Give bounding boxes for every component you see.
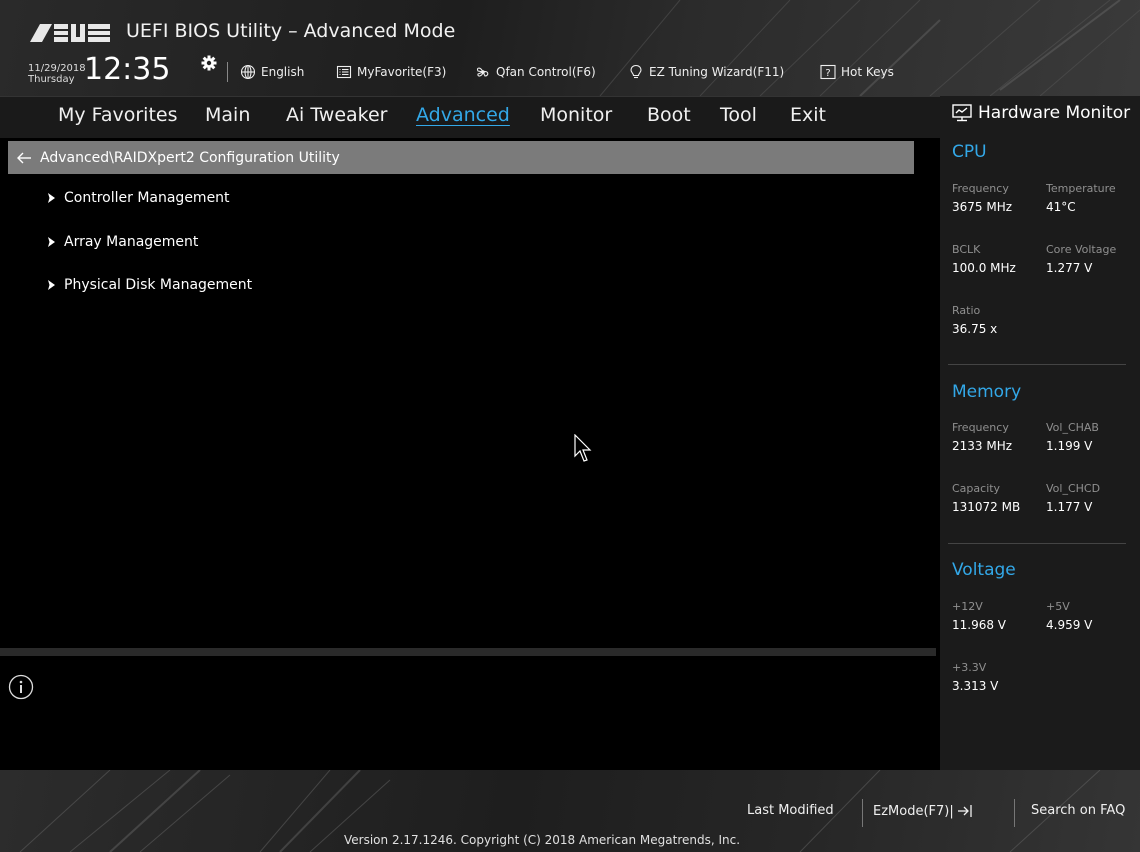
fan-icon — [476, 67, 489, 77]
clock-display[interactable]: 12:35 — [84, 54, 170, 86]
last-modified-button[interactable]: Last Modified — [747, 803, 834, 818]
main-tab-bar: My Favorites Main Ai Tweaker Advanced Mo… — [0, 96, 940, 138]
cpu-section-title: CPU — [952, 142, 987, 162]
menu-item-physical-disk-management[interactable]: Physical Disk Management — [48, 277, 252, 293]
core-voltage-value: 1.277 V — [1046, 261, 1093, 275]
v12-value: 11.968 V — [952, 618, 1007, 632]
v12-label: +12V — [952, 600, 983, 613]
gear-icon[interactable] — [201, 55, 217, 71]
language-button[interactable]: English — [240, 62, 304, 82]
ezmode-label: EzMode(F7)| — [873, 803, 954, 819]
lightbulb-icon — [630, 64, 642, 79]
submenu-arrow-icon — [48, 280, 55, 290]
myfavorite-label: MyFavorite(F3) — [357, 65, 447, 79]
hardware-monitor-label: Hardware Monitor — [978, 103, 1131, 123]
tab-monitor[interactable]: Monitor — [540, 104, 612, 126]
mouse-cursor-icon — [574, 434, 592, 462]
submenu-arrow-icon — [48, 237, 55, 247]
capacity-value: 131072 MB — [952, 500, 1021, 514]
voltage-section-title: Voltage — [952, 560, 1016, 580]
app-title: UEFI BIOS Utility – Advanced Mode — [126, 20, 456, 42]
breadcrumb-path: Advanced\RAIDXpert2 Configuration Utilit… — [40, 149, 340, 166]
bclk-value: 100.0 MHz — [952, 261, 1016, 275]
vol-chcd-label: Vol_CHCD — [1046, 482, 1101, 495]
menu-item-array-management[interactable]: Array Management — [48, 234, 198, 250]
search-faq-button[interactable]: Search on FAQ — [1031, 803, 1125, 818]
vol-chcd-value: 1.177 V — [1046, 500, 1093, 514]
capacity-label: Capacity — [952, 482, 1001, 495]
header-bar: UEFI BIOS Utility – Advanced Mode 11/29/… — [0, 0, 1140, 96]
cpu-frequency-value: 3675 MHz — [952, 200, 1013, 214]
day-text: Thursday — [28, 74, 75, 85]
submenu-arrow-icon — [48, 193, 55, 203]
ratio-value: 36.75 x — [952, 322, 998, 336]
bclk-label: BCLK — [952, 243, 981, 256]
tab-my-favorites[interactable]: My Favorites — [58, 104, 178, 126]
panel-divider — [0, 648, 936, 656]
tab-boot[interactable]: Boot — [647, 104, 691, 126]
ezmode-button[interactable]: EzMode(F7)| — [873, 803, 973, 819]
section-divider — [948, 543, 1126, 544]
breadcrumb[interactable]: Advanced\RAIDXpert2 Configuration Utilit… — [8, 141, 914, 174]
ez-tuning-label: EZ Tuning Wizard(F11) — [649, 65, 785, 79]
back-arrow-icon[interactable] — [16, 151, 32, 165]
qfan-control-button[interactable]: Qfan Control(F6) — [475, 62, 596, 82]
memory-frequency-label: Frequency — [952, 421, 1009, 434]
toolbar-separator — [227, 62, 228, 82]
version-copyright: Version 2.17.1246. Copyright (C) 2018 Am… — [344, 833, 741, 847]
myfavorite-button[interactable]: MyFavorite(F3) — [336, 62, 446, 82]
ratio-label: Ratio — [952, 304, 981, 317]
cpu-frequency-label: Frequency — [952, 182, 1009, 195]
menu-item-label: Controller Management — [64, 190, 230, 206]
footer-separator — [1014, 799, 1015, 827]
hot-keys-button[interactable]: ? Hot Keys — [820, 62, 894, 82]
tab-main[interactable]: Main — [205, 104, 250, 126]
date-text: 11/29/2018 — [28, 63, 86, 74]
tab-ai-tweaker[interactable]: Ai Tweaker — [286, 104, 387, 126]
menu-item-label: Array Management — [64, 234, 199, 250]
monitor-icon — [952, 104, 972, 122]
hardware-monitor-title: Hardware Monitor — [952, 103, 1130, 123]
cpu-temperature-value: 41°C — [1046, 200, 1076, 214]
core-voltage-label: Core Voltage — [1046, 243, 1117, 256]
favorites-list-icon — [336, 65, 352, 79]
language-label: English — [261, 65, 305, 79]
info-icon — [8, 674, 34, 700]
memory-frequency-value: 2133 MHz — [952, 439, 1013, 453]
tab-advanced[interactable]: Advanced — [416, 104, 510, 126]
switch-mode-icon — [957, 805, 972, 817]
help-info-panel — [0, 656, 936, 770]
vol-chab-value: 1.199 V — [1046, 439, 1093, 453]
globe-icon — [240, 64, 256, 80]
hot-keys-label: Hot Keys — [841, 65, 894, 79]
tab-exit[interactable]: Exit — [790, 104, 826, 126]
menu-item-controller-management[interactable]: Controller Management — [48, 190, 230, 206]
qfan-label: Qfan Control(F6) — [496, 65, 596, 79]
menu-item-label: Physical Disk Management — [64, 277, 253, 293]
svg-text:?: ? — [825, 68, 830, 79]
date-display: 11/29/2018 Thursday — [28, 63, 86, 85]
v5-value: 4.959 V — [1046, 618, 1093, 632]
ez-tuning-wizard-button[interactable]: EZ Tuning Wizard(F11) — [628, 62, 784, 82]
memory-section-title: Memory — [952, 382, 1022, 402]
help-key-icon: ? — [820, 64, 836, 80]
vol-chab-label: Vol_CHAB — [1046, 421, 1099, 434]
asus-logo — [30, 24, 110, 42]
v33-label: +3.3V — [952, 661, 987, 674]
tab-tool[interactable]: Tool — [720, 104, 757, 126]
footer-separator — [862, 799, 863, 827]
v33-value: 3.313 V — [952, 679, 999, 693]
v5-label: +5V — [1046, 600, 1070, 613]
cpu-temperature-label: Temperature — [1046, 182, 1116, 195]
section-divider — [948, 364, 1126, 365]
